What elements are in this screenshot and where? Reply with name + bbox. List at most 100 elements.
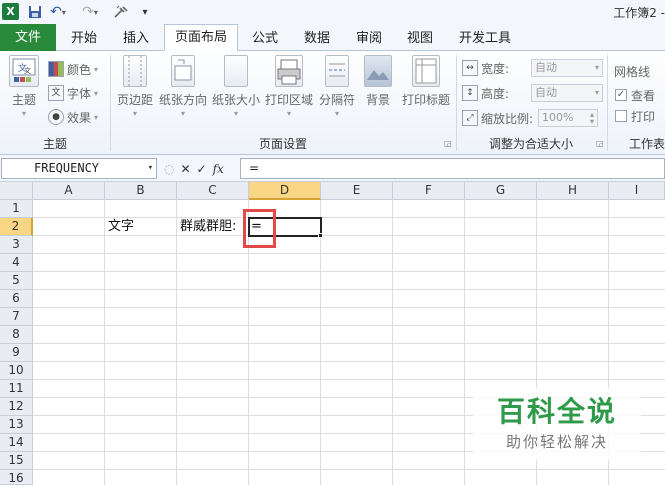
row-header-11[interactable]: 11	[0, 380, 33, 398]
width-select[interactable]: 自动 ▾	[531, 59, 603, 77]
row-header-7[interactable]: 7	[0, 308, 33, 326]
tab-home[interactable]: 开始	[61, 26, 107, 51]
highlight-annotation	[243, 209, 276, 248]
print-area-button[interactable]: 打印区域 ▾	[264, 55, 314, 118]
column-header-d[interactable]: D	[249, 182, 321, 200]
gridlines-view-checkbox[interactable]: ✓ 查看	[615, 86, 655, 104]
undo-icon[interactable]: ↶ ▾	[50, 3, 66, 21]
theme-effects-label: 效果	[67, 110, 92, 125]
row-header-1[interactable]: 1	[0, 200, 33, 218]
formula-bar-grip-icon: ◌	[164, 161, 175, 176]
save-icon[interactable]	[27, 3, 43, 21]
tab-file[interactable]: 文件	[0, 24, 56, 51]
themes-button[interactable]: 文文 主题 ▾	[6, 55, 42, 118]
check-icon: ✓	[615, 89, 627, 101]
name-box[interactable]: FREQUENCY ▾	[1, 158, 157, 179]
undo-dropdown-icon[interactable]: ▾	[62, 8, 66, 17]
row-header-12[interactable]: 12	[0, 398, 33, 416]
customize-qat-icon[interactable]: ▾	[140, 3, 150, 21]
row-header-16[interactable]: 16	[0, 470, 33, 485]
theme-fonts-button[interactable]: 文 字体 ▾	[48, 83, 98, 103]
page-setup-launcher-icon[interactable]: ◲	[444, 139, 452, 148]
background-button[interactable]: 背景	[360, 55, 396, 108]
breaks-button[interactable]: 分隔符 ▾	[317, 55, 357, 118]
tab-view[interactable]: 视图	[398, 26, 442, 51]
column-header-g[interactable]: G	[465, 182, 537, 200]
breaks-label: 分隔符	[318, 93, 355, 107]
height-select[interactable]: 自动 ▾	[531, 84, 603, 102]
gridlines-print-checkbox[interactable]: 打印	[615, 107, 655, 125]
group-separator	[607, 55, 608, 151]
scale-value: 100%	[542, 111, 574, 124]
watermark-subtitle: 助你轻松解决	[505, 433, 608, 451]
row-header-4[interactable]: 4	[0, 254, 33, 272]
gridlines-print-label: 打印	[631, 109, 656, 124]
scale-spin-icon[interactable]: ▴ ▾	[590, 111, 594, 126]
column-header-b[interactable]: B	[105, 182, 177, 200]
width-label-row: ↔ 宽度:	[462, 58, 509, 78]
gridline	[33, 361, 665, 362]
tab-insert[interactable]: 插入	[113, 26, 159, 51]
breaks-dropdown-icon: ▾	[334, 109, 339, 118]
row-header-14[interactable]: 14	[0, 434, 33, 452]
column-header-f[interactable]: F	[393, 182, 465, 200]
print-titles-button[interactable]: 打印标题	[400, 55, 452, 108]
column-header-i[interactable]: I	[609, 182, 665, 200]
tab-page-layout[interactable]: 页面布局	[164, 24, 238, 51]
select-all-corner[interactable]	[0, 182, 33, 200]
theme-fonts-label: 字体	[67, 86, 92, 101]
row-header-2[interactable]: 2	[0, 218, 33, 236]
row-header-9[interactable]: 9	[0, 344, 33, 362]
tab-developer[interactable]: 开发工具	[452, 26, 518, 51]
fill-handle[interactable]	[318, 233, 323, 238]
row-header-5[interactable]: 5	[0, 272, 33, 290]
excel-logo-icon[interactable]: X	[2, 3, 19, 20]
enter-icon[interactable]: ✓	[197, 162, 207, 176]
theme-effects-button[interactable]: ● 效果 ▾	[48, 107, 98, 127]
theme-colors-button[interactable]: 颜色 ▾	[48, 59, 98, 79]
margins-button[interactable]: 页边距 ▾	[115, 55, 155, 118]
effects-icon: ●	[48, 109, 64, 125]
column-header-e[interactable]: E	[321, 182, 393, 200]
formula-buttons: ◌ ✕ ✓ fx	[160, 158, 238, 179]
size-button[interactable]: 纸张大小 ▾	[211, 55, 261, 118]
orientation-dropdown-icon: ▾	[180, 109, 185, 118]
redo-dropdown-icon[interactable]: ▾	[94, 8, 98, 17]
orientation-button[interactable]: 纸张方向 ▾	[158, 55, 208, 118]
colors-dropdown-icon: ▾	[94, 64, 99, 74]
insert-function-icon[interactable]: fx	[213, 162, 224, 176]
paper-size-label: 纸张大小	[211, 93, 260, 107]
row-header-8[interactable]: 8	[0, 326, 33, 344]
column-header-a[interactable]: A	[33, 182, 105, 200]
name-box-dropdown-icon[interactable]: ▾	[148, 159, 153, 178]
row-header-10[interactable]: 10	[0, 362, 33, 380]
tab-data[interactable]: 数据	[295, 26, 339, 51]
formula-input[interactable]: =	[240, 158, 665, 179]
title-bar: X ↶ ▾ ↷ ▾ ▾ 工作簿2 -	[0, 0, 665, 24]
scale-launcher-icon[interactable]: ◲	[596, 139, 604, 148]
orientation-label: 纸张方向	[158, 93, 207, 107]
height-value: 自动	[535, 86, 557, 99]
column-header-c[interactable]: C	[177, 182, 249, 200]
row-header-3[interactable]: 3	[0, 236, 33, 254]
height-label-row: ↕ 高度:	[462, 83, 509, 103]
tab-review[interactable]: 审阅	[347, 26, 391, 51]
margins-dropdown-icon: ▾	[132, 109, 137, 118]
scale-icon: ⤢	[462, 110, 478, 126]
print-area-icon	[275, 55, 303, 87]
tab-formulas[interactable]: 公式	[244, 26, 286, 51]
scale-spinner[interactable]: 100% ▴ ▾	[538, 109, 598, 127]
undo-glyph: ↶	[50, 4, 62, 20]
redo-icon[interactable]: ↷ ▾	[82, 3, 98, 21]
column-header-h[interactable]: H	[537, 182, 609, 200]
gridline	[33, 253, 665, 254]
window-title: 工作簿2 -	[613, 6, 665, 20]
gridline	[33, 271, 665, 272]
row-header-6[interactable]: 6	[0, 290, 33, 308]
cancel-icon[interactable]: ✕	[180, 162, 190, 176]
row-header-13[interactable]: 13	[0, 416, 33, 434]
cell-b2[interactable]: 文字	[105, 218, 134, 236]
row-header-15[interactable]: 15	[0, 452, 33, 470]
cell-c2[interactable]: 群威群胆:	[177, 218, 236, 236]
tools-icon[interactable]	[112, 3, 130, 21]
